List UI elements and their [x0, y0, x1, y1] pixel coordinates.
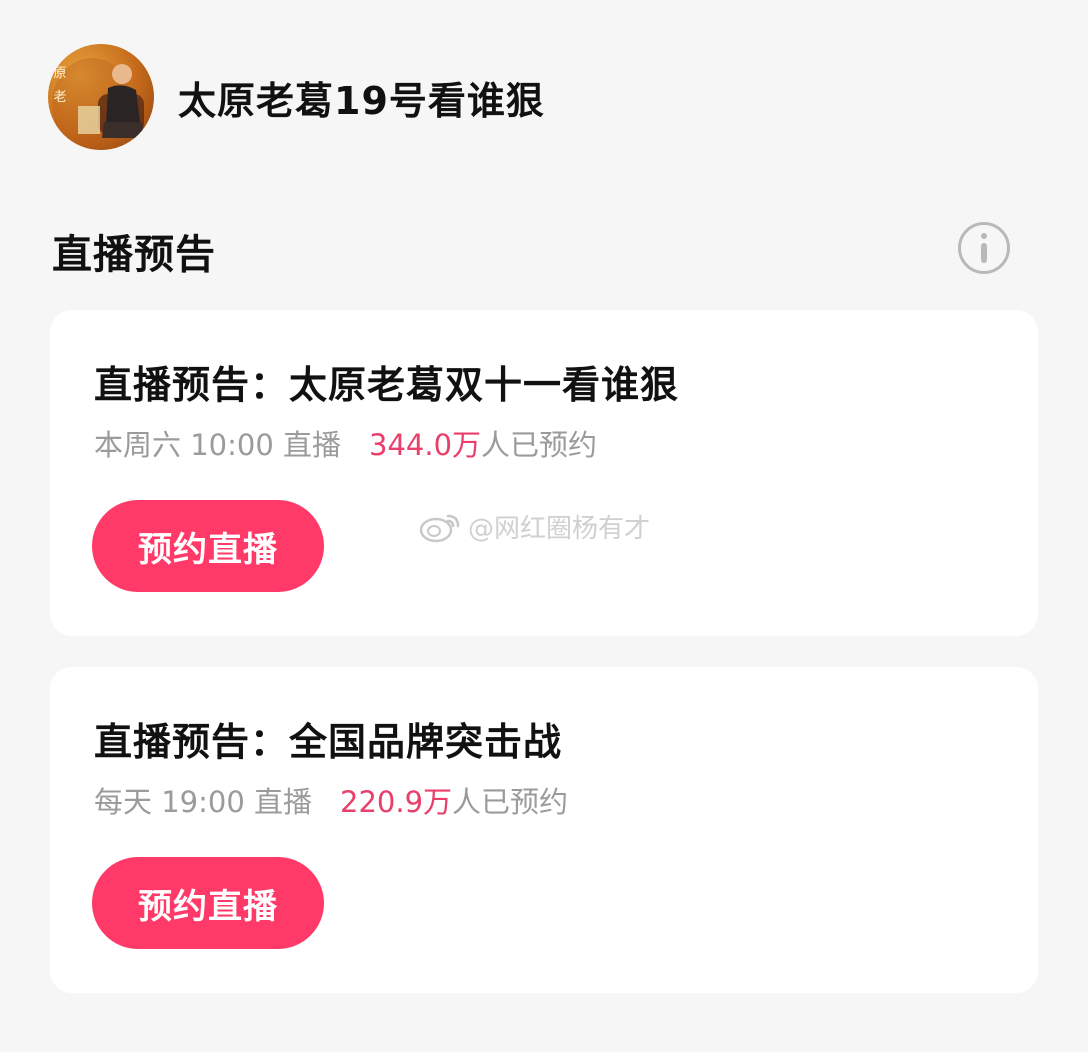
info-icon[interactable] [958, 222, 1010, 274]
avatar-text: 原老 [53, 66, 67, 105]
section-title: 直播预告 [52, 232, 216, 278]
watermark-text: @网红圈杨有才 [468, 514, 651, 544]
reserve-live-button[interactable]: 预约直播 [92, 857, 324, 949]
avatar[interactable]: 原老 [48, 44, 154, 150]
info-icon-dot [981, 233, 987, 239]
card-meta: 每天 19:00 直播 220.9万人已预约 [94, 779, 568, 821]
live-preview-page: 原老 太原老葛19号看谁狠 直播预告 直播预告：太原老葛双十一看谁狠 本周六 1… [0, 0, 1088, 1052]
schedule-text: 本周六 10:00 直播 [94, 428, 342, 462]
card-meta: 本周六 10:00 直播 344.0万人已预约 [94, 422, 597, 464]
live-preview-card[interactable]: 直播预告：全国品牌突击战 每天 19:00 直播 220.9万人已预约 预约直播 [50, 667, 1038, 993]
live-preview-card[interactable]: 直播预告：太原老葛双十一看谁狠 本周六 10:00 直播 344.0万人已预约 预… [50, 310, 1038, 636]
reservation-suffix: 人已预约 [452, 785, 569, 819]
user-name[interactable]: 太原老葛19号看谁狠 [178, 70, 545, 125]
reservation-suffix: 人已预约 [481, 428, 598, 462]
reserve-live-button[interactable]: 预约直播 [92, 500, 324, 592]
profile-header: 原老 太原老葛19号看谁狠 [48, 44, 545, 150]
reservation-count: 220.9万 [340, 785, 453, 819]
card-title: 直播预告：太原老葛双十一看谁狠 [94, 363, 680, 407]
card-title: 直播预告：全国品牌突击战 [94, 720, 563, 764]
schedule-text: 每天 19:00 直播 [94, 785, 313, 819]
info-icon-bar [981, 243, 987, 263]
weibo-icon [419, 514, 460, 542]
reservation-count: 344.0万 [369, 428, 482, 462]
watermark: @网红圈杨有才 [418, 508, 650, 545]
